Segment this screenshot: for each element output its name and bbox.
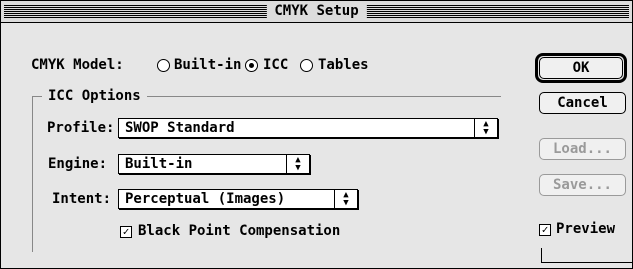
icc-options-title: ICC Options [42, 87, 147, 105]
profile-label: Profile: [47, 120, 115, 136]
radio-icc-label[interactable]: ICC [263, 56, 288, 74]
intent-label: Intent: [52, 191, 112, 207]
ok-button[interactable]: OK [539, 57, 623, 79]
divider [541, 262, 633, 263]
up-down-arrows-icon: ▲ ▼ [474, 119, 497, 137]
radio-icc[interactable] [245, 59, 258, 72]
cmyk-model-label: CMYK Model: [31, 57, 124, 73]
checkmark-icon: ✓ [541, 223, 549, 236]
preview-checkbox[interactable]: ✓ [539, 224, 551, 236]
profile-popup[interactable]: SWOP Standard ▲ ▼ [118, 118, 498, 138]
intent-popup[interactable]: Perceptual (Images) ▲ ▼ [118, 189, 358, 209]
intent-value: Perceptual (Images) [125, 191, 286, 207]
engine-popup[interactable]: Built-in ▲ ▼ [118, 154, 310, 174]
radio-tables-label[interactable]: Tables [318, 56, 369, 74]
up-down-arrows-icon: ▲ ▼ [334, 190, 357, 208]
engine-label: Engine: [48, 156, 108, 172]
preview-label[interactable]: Preview [556, 220, 615, 238]
black-point-label[interactable]: Black Point Compensation [138, 222, 340, 240]
engine-value: Built-in [125, 156, 193, 172]
save-button[interactable]: Save... [539, 174, 626, 196]
cmyk-setup-dialog: CMYK Setup CMYK Model: Built-in ICC Tabl… [0, 0, 633, 269]
radio-tables[interactable] [300, 59, 313, 72]
title-bar[interactable]: CMYK Setup [1, 1, 632, 23]
radio-built-in[interactable] [157, 59, 170, 72]
black-point-checkbox[interactable]: ✓ [120, 226, 132, 238]
radio-built-in-label[interactable]: Built-in [174, 56, 241, 74]
window-title: CMYK Setup [266, 3, 367, 20]
checkmark-icon: ✓ [122, 225, 130, 238]
cancel-button[interactable]: Cancel [539, 92, 626, 114]
divider [541, 248, 542, 262]
up-down-arrows-icon: ▲ ▼ [286, 155, 309, 173]
profile-value: SWOP Standard [125, 120, 235, 136]
load-button[interactable]: Load... [539, 138, 626, 160]
